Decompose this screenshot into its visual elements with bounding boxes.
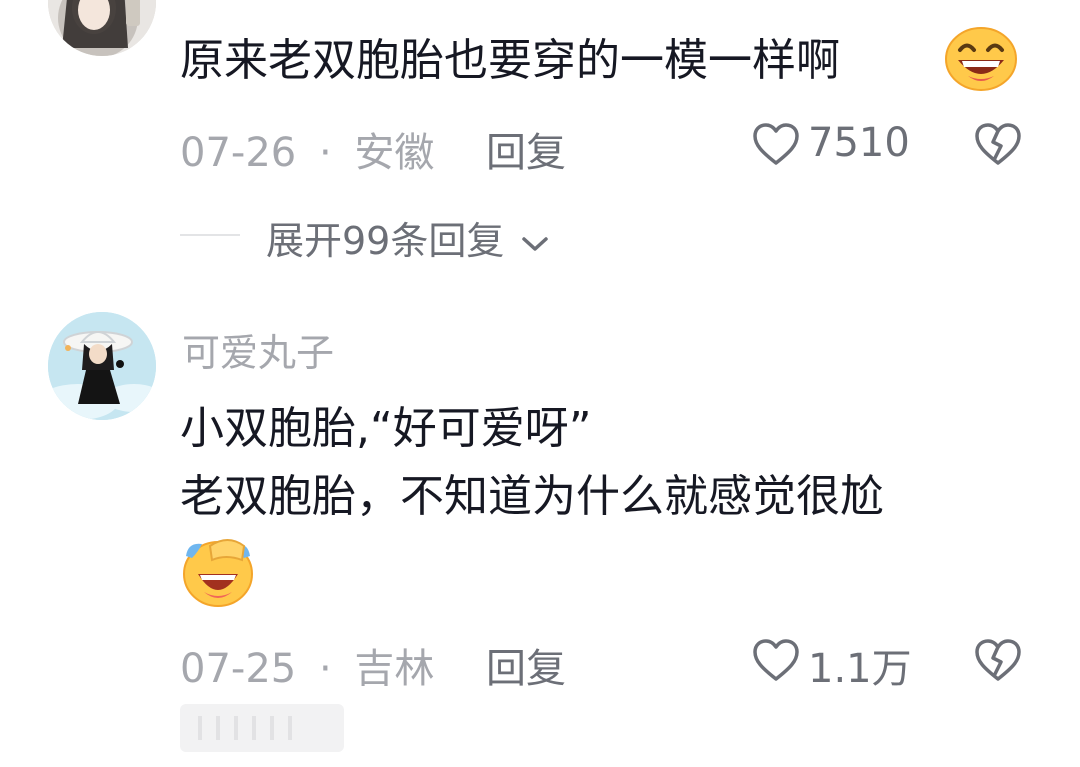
laughing-tears-emoji-icon: [183, 539, 253, 607]
image-placeholder-stripes: [198, 716, 292, 740]
comment-location: 安徽: [354, 130, 435, 176]
comment-text: 原来老双胞胎也要穿的一模一样啊: [180, 35, 840, 86]
reply-button[interactable]: 回复: [486, 120, 566, 178]
avatar[interactable]: [48, 0, 156, 56]
heart-outline-icon: [753, 639, 799, 681]
divider: [180, 234, 240, 236]
broken-heart-icon[interactable]: [974, 122, 1022, 166]
avatar-photo: [48, 0, 156, 56]
comment-text-line-2: 老双胞胎，不知道为什么就感觉很尬: [180, 471, 884, 522]
comment-date: 07-25: [180, 646, 297, 692]
comment-meta: 07-25 · 吉林: [180, 636, 434, 694]
comment-meta: 07-26 · 安徽: [180, 120, 434, 178]
heart-outline-icon: [753, 123, 799, 165]
meta-separator: ·: [318, 646, 332, 692]
avatar[interactable]: [48, 312, 156, 420]
image-placeholder[interactable]: [180, 704, 344, 752]
expand-replies-button[interactable]: 展开99条回复: [266, 210, 550, 265]
comment-location: 吉林: [354, 646, 435, 692]
chevron-down-icon: [522, 236, 549, 251]
expand-replies-label: 展开99条回复: [266, 219, 505, 263]
comment-text-line-1: 小双胞胎,“好可爱呀”: [180, 403, 592, 454]
comment-date: 07-26: [180, 130, 297, 176]
meta-separator: ·: [318, 130, 332, 176]
like-count: 1.1万: [808, 646, 912, 692]
username[interactable]: 可爱丸子: [182, 322, 334, 377]
grin-emoji-icon: [945, 27, 1017, 91]
avatar-illustration: [48, 312, 156, 420]
like-count: 7510: [808, 120, 910, 166]
reply-button[interactable]: 回复: [486, 636, 566, 694]
broken-heart-icon[interactable]: [974, 638, 1022, 682]
